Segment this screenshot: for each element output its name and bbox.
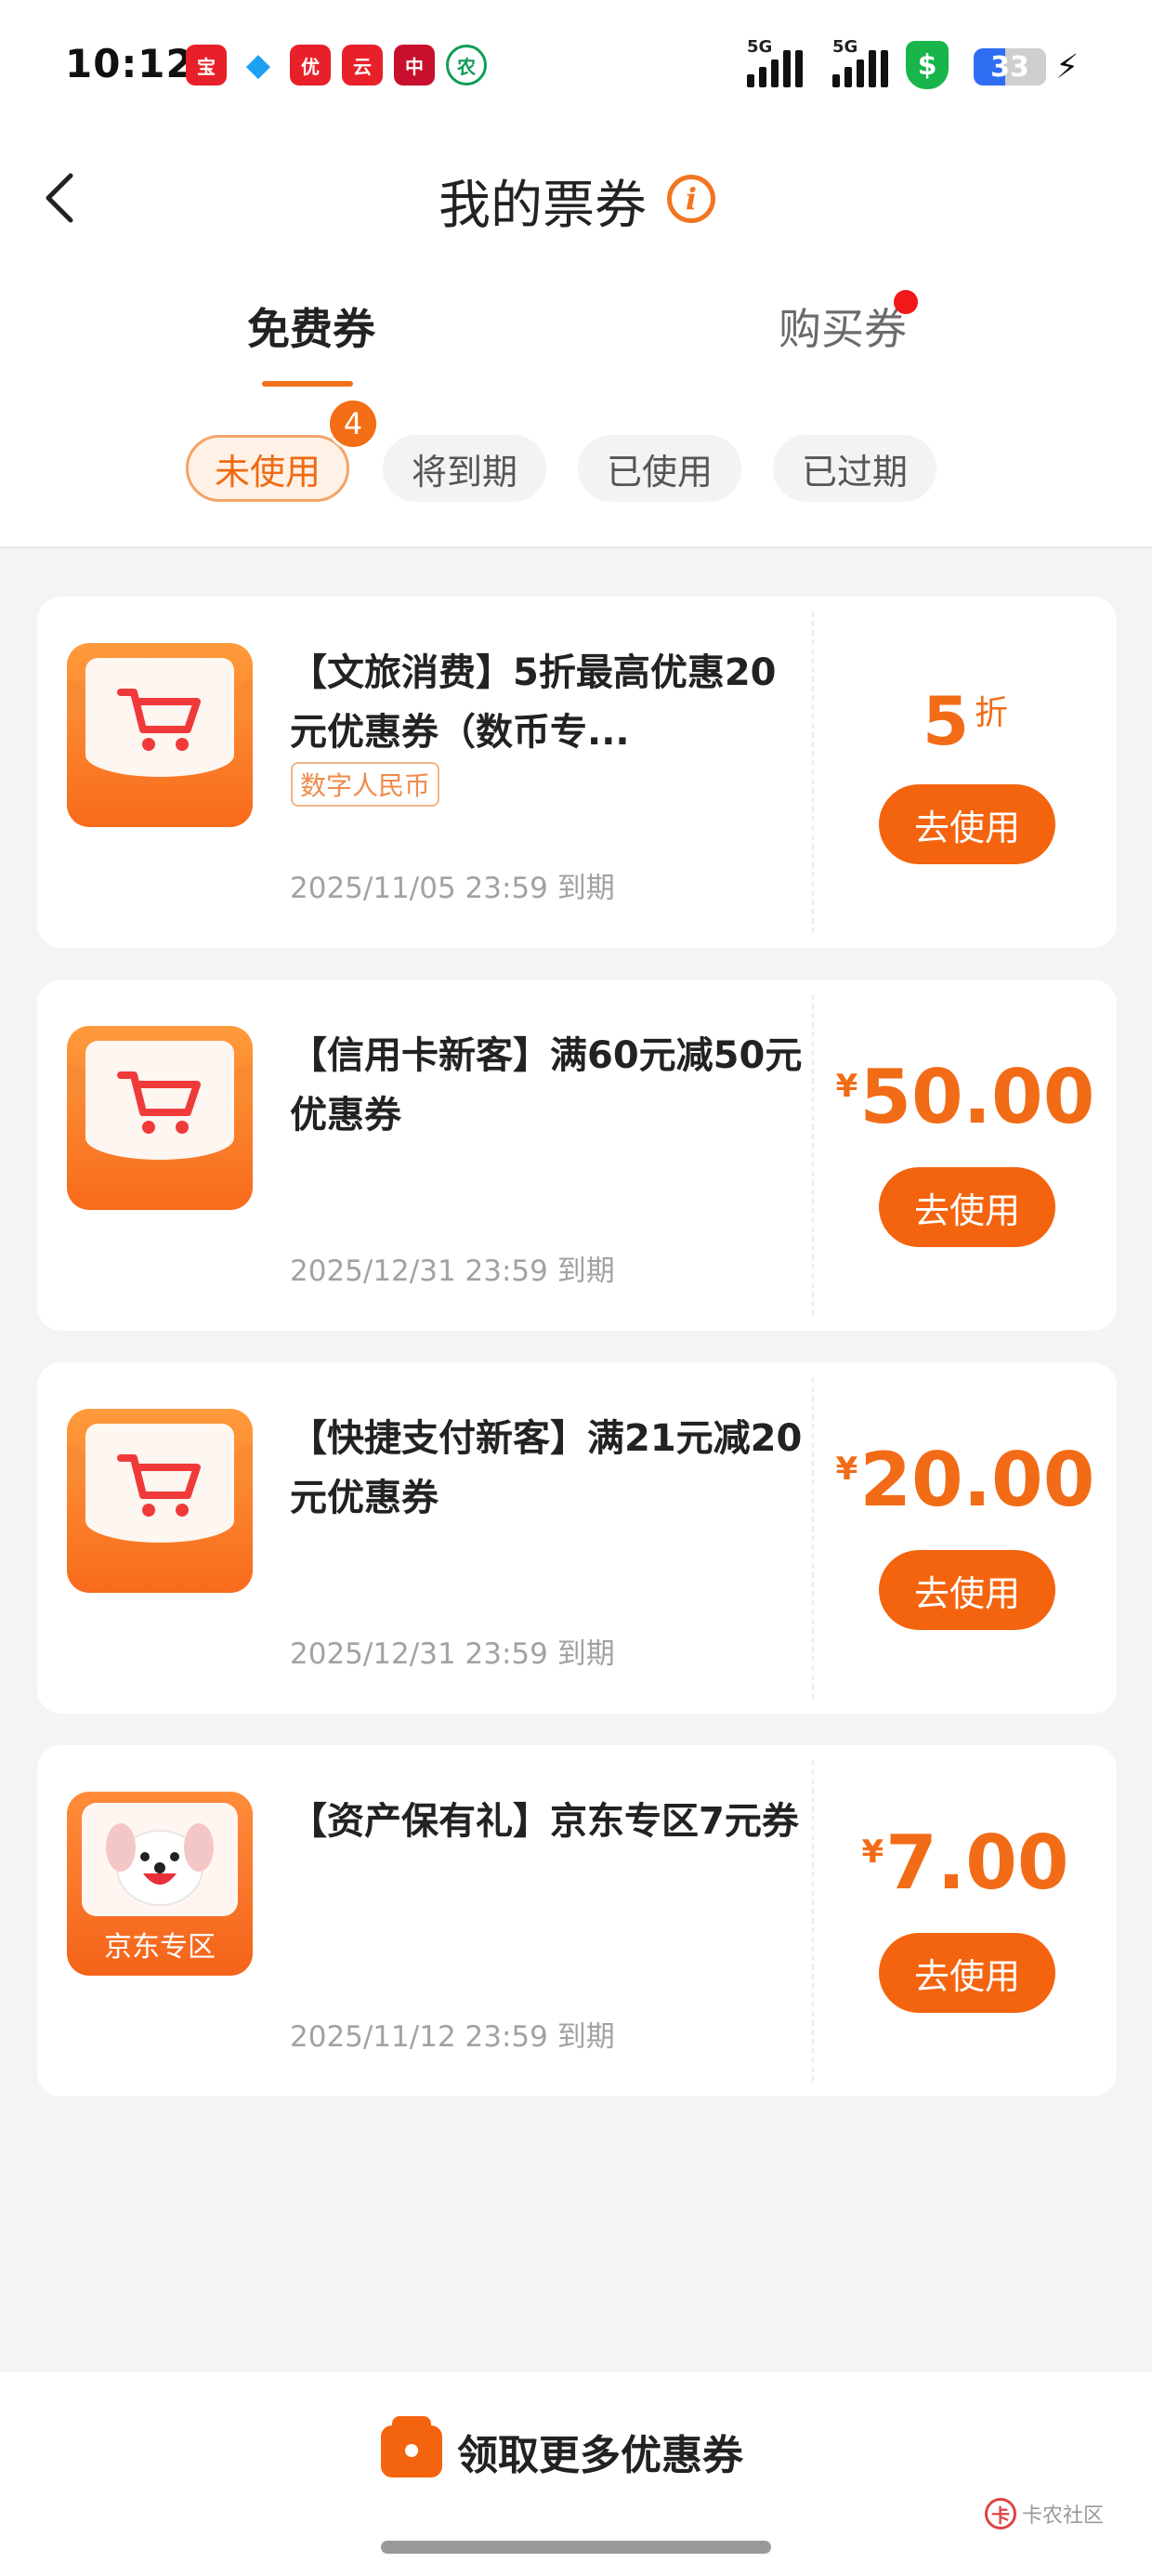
status-bar: 10:12 宝 ◆ 优 云 中 农 5G 5G $ 33 ⚡ <box>0 0 1152 139</box>
jd-zone-label: 京东专区 <box>104 1931 216 1964</box>
coupon-title: 【文旅消费】5折最高优惠20元优惠券（数币专... <box>290 651 777 754</box>
coupon-title: 【信用卡新客】满60元减50元优惠券 <box>290 1034 803 1137</box>
app-icon-1: 宝 <box>186 45 227 85</box>
digital-rmb-tag: 数字人民币 <box>291 762 440 807</box>
back-button[interactable] <box>32 165 87 230</box>
coupon-amount: 7.00 <box>885 1820 1069 1906</box>
coupon-value: ¥50.00 <box>814 1054 1117 1140</box>
unused-count-badge: 4 <box>327 398 379 450</box>
filter-expired[interactable]: 已过期 <box>773 435 936 502</box>
info-icon[interactable]: i <box>667 175 715 223</box>
get-more-coupons-label: 领取更多优惠券 <box>457 2432 743 2479</box>
use-coupon-button[interactable]: 去使用 <box>879 1167 1055 1247</box>
battery-icon: 33 <box>974 48 1046 85</box>
coupon-value: 5折 <box>814 682 1117 760</box>
coupon-amount: 50.00 <box>859 1054 1095 1140</box>
coupon-divider <box>812 1377 814 1699</box>
coupon-divider <box>812 611 814 933</box>
coupon-amount: 20.00 <box>859 1437 1095 1523</box>
home-indicator[interactable] <box>381 2541 771 2554</box>
coupon-value: ¥20.00 <box>814 1437 1117 1523</box>
coupon-card[interactable]: 京东专区 【资产保有礼】京东专区7元券 2025/11/12 23:59 到期 … <box>37 1745 1117 2096</box>
signal-2-icon: 5G <box>832 37 888 87</box>
coupon-divider <box>812 994 814 1316</box>
tab-free-coupons[interactable]: 免费券 <box>247 296 375 357</box>
battery-level: 33 <box>990 50 1029 84</box>
coupon-title: 【快捷支付新客】满21元减20元优惠券 <box>290 1417 803 1519</box>
coupon-card[interactable]: 【文旅消费】5折最高优惠20元优惠券（数币专... 数字人民币 2025/11/… <box>37 597 1117 948</box>
currency-symbol: ¥ <box>835 1451 858 1488</box>
coupon-expiry: 2025/11/12 23:59 到期 <box>290 2020 615 2054</box>
network-label-2: 5G <box>832 37 858 57</box>
cart-icon <box>117 1454 201 1517</box>
get-more-coupons-button[interactable]: 领取更多优惠券 <box>381 2416 743 2487</box>
shopping-cart-coupon-icon <box>67 1026 253 1210</box>
shopping-cart-coupon-icon <box>67 1409 253 1593</box>
currency-symbol: ¥ <box>835 1068 858 1105</box>
yunshanfu-icon: 云 <box>342 45 383 85</box>
app-icon-3: 优 <box>290 45 331 85</box>
watermark-text: 卡农社区 <box>1022 2504 1105 2528</box>
currency-symbol: ¥ <box>861 1833 884 1871</box>
qq-icon: ◆ <box>238 45 279 85</box>
cart-icon <box>117 689 201 751</box>
coupon-title: 【资产保有礼】京东专区7元券 <box>290 1800 799 1843</box>
watermark: 卡 卡农社区 <box>985 2498 1104 2530</box>
coupon-card[interactable]: 【信用卡新客】满60元减50元优惠券 2025/12/31 23:59 到期 ¥… <box>37 979 1117 1331</box>
new-indicator-dot <box>894 290 918 314</box>
page-title: 我的票券 <box>439 176 647 236</box>
coupon-value: ¥7.00 <box>814 1820 1117 1906</box>
bank-icon: 中 <box>394 45 435 85</box>
security-shield-icon: $ <box>906 41 949 89</box>
active-tab-indicator <box>262 381 353 387</box>
use-coupon-button[interactable]: 去使用 <box>879 1933 1055 2013</box>
coupon-discount-unit: 折 <box>975 694 1009 732</box>
watermark-logo-icon: 卡 <box>985 2498 1016 2530</box>
filter-used[interactable]: 已使用 <box>578 435 741 502</box>
abc-bank-icon: 农 <box>446 45 487 85</box>
jd-dog-mascot-icon <box>106 1823 214 1906</box>
coupon-expiry: 2025/12/31 23:59 到期 <box>290 1637 615 1671</box>
cart-icon <box>117 1071 201 1134</box>
filter-expiring-soon[interactable]: 将到期 <box>383 435 546 502</box>
coupon-divider <box>812 1760 814 2082</box>
filter-unused[interactable]: 未使用 <box>186 435 349 502</box>
network-label-1: 5G <box>747 37 773 57</box>
charging-icon: ⚡ <box>1055 48 1080 86</box>
coupon-expiry: 2025/12/31 23:59 到期 <box>290 1255 615 1288</box>
use-coupon-button[interactable]: 去使用 <box>879 784 1055 864</box>
shopping-cart-coupon-icon <box>67 643 253 827</box>
chevron-left-icon <box>46 173 73 223</box>
tab-purchased-coupons[interactable]: 购买券 <box>779 296 907 357</box>
coupon-expiry: 2025/11/05 23:59 到期 <box>290 872 615 905</box>
coupon-card[interactable]: 【快捷支付新客】满21元减20元优惠券 2025/12/31 23:59 到期 … <box>37 1362 1117 1714</box>
coupon-amount: 5 <box>922 682 970 760</box>
status-time: 10:12 <box>65 41 194 86</box>
use-coupon-button[interactable]: 去使用 <box>879 1550 1055 1630</box>
signal-1-icon: 5G <box>747 37 803 87</box>
top-panel: 10:12 宝 ◆ 优 云 中 农 5G 5G $ 33 ⚡ 我的票券 i 免费… <box>0 0 1152 548</box>
jd-zone-coupon-icon: 京东专区 <box>67 1792 253 1976</box>
wallet-icon <box>381 2416 442 2477</box>
